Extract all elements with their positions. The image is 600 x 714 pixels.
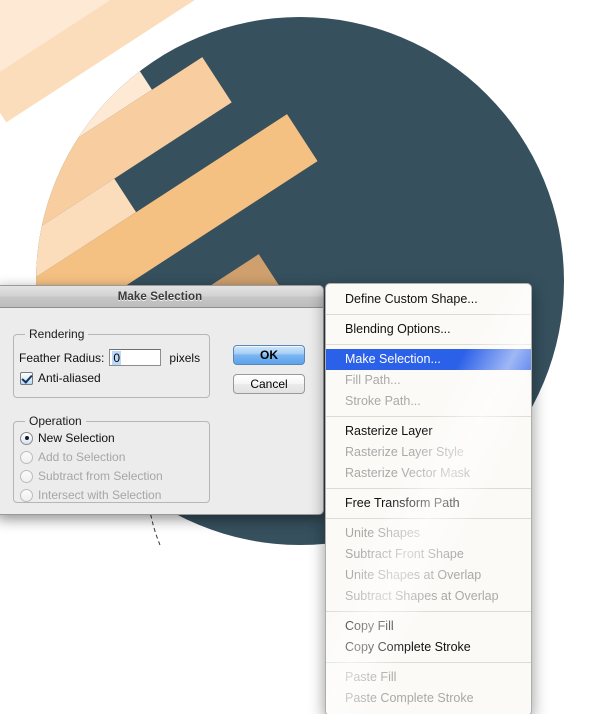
menu-item: Fill Path...	[345, 373, 401, 387]
feather-radius-row: Feather Radius: 0 pixels	[19, 349, 200, 366]
menu-separator	[326, 488, 531, 489]
radio-intersect-with-selection: Intersect with Selection	[20, 488, 161, 502]
radio-subtract-from-selection-label: Subtract from Selection	[38, 469, 163, 483]
menu-item: Paste Fill	[345, 670, 397, 684]
menu-item: Unite Shapes	[345, 526, 421, 540]
rendering-group: Rendering Feather Radius: 0 pixels Anti-…	[13, 327, 210, 398]
menu-item[interactable]: Blending Options...	[326, 319, 531, 340]
radio-add-to-selection: Add to Selection	[20, 450, 125, 464]
radio-new-selection[interactable]: New Selection	[20, 431, 115, 445]
menu-item: Stroke Path...	[345, 394, 421, 408]
menu-item[interactable]: Define Custom Shape...	[326, 289, 531, 310]
menu-item[interactable]: Free Transform Path	[326, 493, 531, 514]
anti-aliased-label: Anti-aliased	[38, 371, 101, 385]
ok-button[interactable]: OK	[233, 345, 305, 365]
menu-item[interactable]: Make Selection...	[326, 349, 531, 370]
menu-separator	[326, 344, 531, 345]
dialog-titlebar[interactable]: Make Selection	[0, 286, 323, 308]
cancel-button-label: Cancel	[250, 377, 288, 391]
menu-item: Subtract Front Shape	[345, 547, 464, 561]
operation-group: Operation New Selection Add to Selection…	[13, 414, 210, 503]
menu-separator	[326, 611, 531, 612]
menu-separator	[326, 416, 531, 417]
path-context-menu: Define Custom Shape... Blending Options..…	[325, 283, 532, 714]
menu-separator	[326, 314, 531, 315]
menu-separator	[326, 518, 531, 519]
dialog-body: Rendering Feather Radius: 0 pixels Anti-…	[0, 308, 323, 514]
menu-item: Rasterize Layer Style	[345, 445, 464, 459]
radio-icon	[20, 450, 33, 464]
menu-item[interactable]: Copy Fill	[326, 616, 531, 637]
cancel-button[interactable]: Cancel	[233, 374, 305, 394]
feather-radius-label: Feather Radius:	[19, 350, 105, 365]
feather-radius-input[interactable]: 0	[109, 349, 162, 366]
radio-new-selection-label: New Selection	[38, 431, 115, 445]
radio-add-to-selection-label: Add to Selection	[38, 450, 126, 464]
menu-item: Subtract Shapes at Overlap	[345, 589, 499, 603]
radio-subtract-from-selection: Subtract from Selection	[20, 469, 163, 483]
anti-aliased-row[interactable]: Anti-aliased	[20, 371, 101, 385]
radio-icon	[20, 488, 33, 502]
radio-icon	[20, 469, 33, 483]
screen: Make Selection Rendering Feather Radius:…	[0, 0, 600, 714]
radio-icon[interactable]	[20, 431, 33, 445]
ok-button-label: OK	[260, 348, 278, 362]
menu-separator	[326, 662, 531, 663]
feather-radius-value: 0	[112, 350, 122, 365]
feather-radius-unit: pixels	[169, 350, 201, 365]
menu-item: Paste Complete Stroke	[345, 691, 474, 705]
dialog-title: Make Selection	[117, 290, 203, 303]
menu-item[interactable]: Rasterize Layer	[326, 421, 531, 442]
check-icon[interactable]	[20, 371, 33, 385]
radio-intersect-with-selection-label: Intersect with Selection	[38, 488, 162, 502]
menu-item: Unite Shapes at Overlap	[345, 568, 482, 582]
make-selection-dialog: Make Selection Rendering Feather Radius:…	[0, 285, 324, 515]
rendering-legend: Rendering	[25, 327, 89, 341]
menu-item: Rasterize Vector Mask	[345, 466, 471, 480]
menu-item[interactable]: Copy Complete Stroke	[326, 637, 531, 658]
operation-legend: Operation	[25, 414, 86, 428]
